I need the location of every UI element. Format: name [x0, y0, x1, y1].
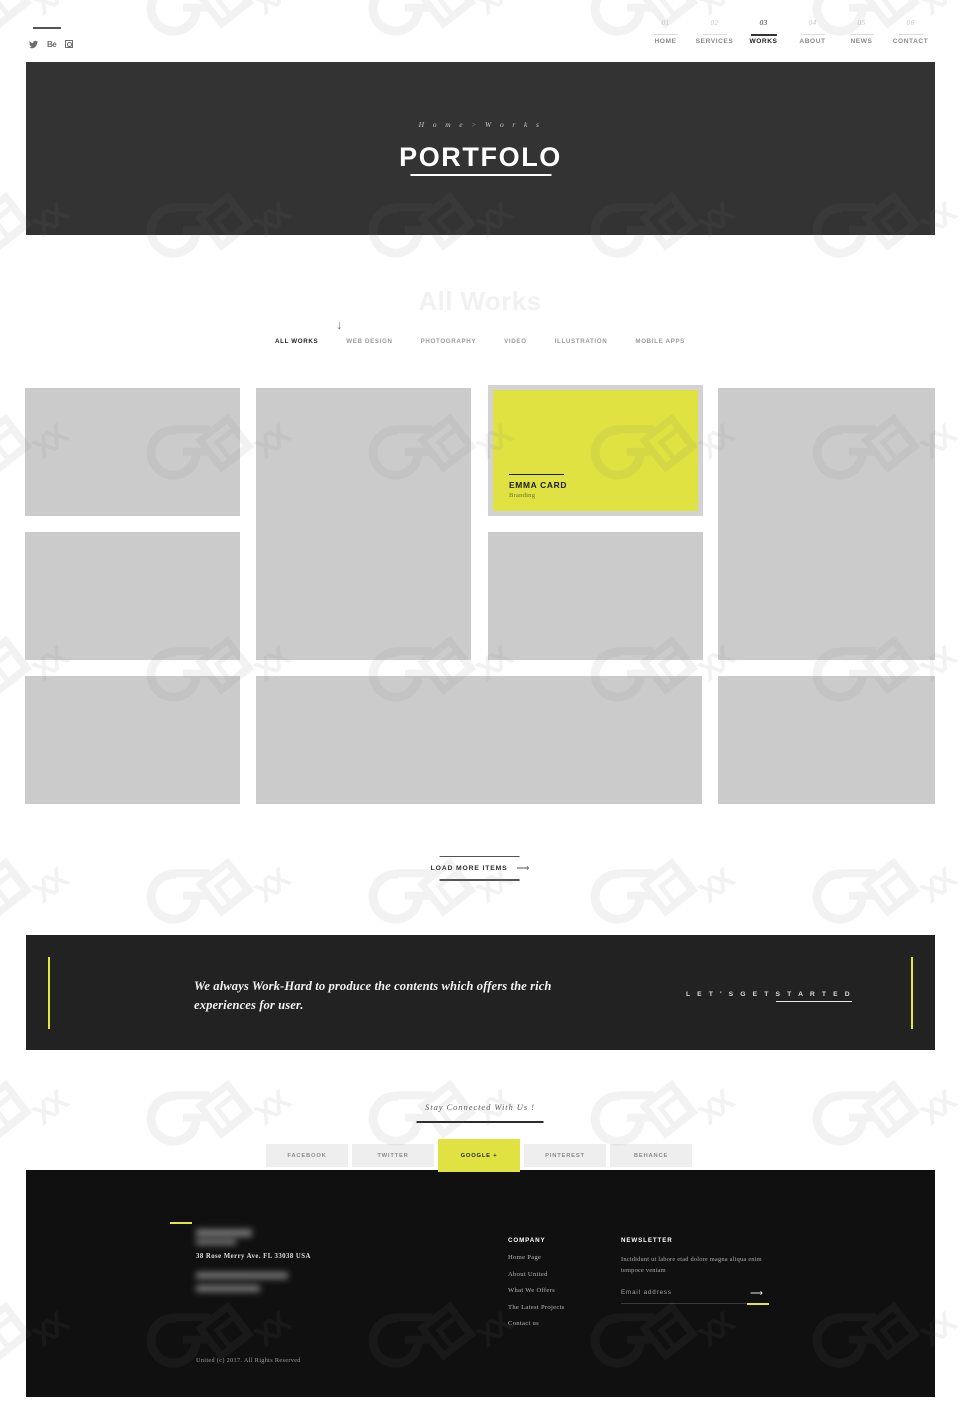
social-button-row: FACEBOOK TWITTER GOOGLE + PINTEREST BEHA… — [266, 1139, 692, 1172]
page-hero-banner: H o m e > W o r k s PORTFOLO — [26, 62, 935, 235]
footer-contact-blurred-2 — [196, 1285, 260, 1292]
nav-num: 06 — [906, 18, 915, 27]
footer-logo-blurred — [196, 1229, 252, 1237]
social-button-facebook[interactable]: FACEBOOK — [266, 1144, 348, 1167]
nav-num: 01 — [661, 18, 670, 27]
cta-link-prefix: L E T ' S G E T — [686, 991, 776, 998]
page-root: Be 01 HOME 02 SERVICES 03 WORKS 04 ABOUT… — [0, 0, 960, 1416]
portfolio-tile[interactable] — [25, 676, 240, 804]
behance-icon[interactable]: Be — [47, 40, 57, 49]
cta-accent-bar-right — [911, 957, 913, 1029]
header-social-links: Be — [29, 40, 74, 49]
nav-item-works[interactable]: 03 WORKS — [739, 18, 788, 47]
portfolio-tile-title: EMMA CARD — [509, 480, 568, 490]
nav-label: SERVICES — [695, 38, 734, 45]
cta-accent-bar-left — [48, 957, 50, 1029]
filter-photography[interactable]: PHOTOGRAPHY — [407, 338, 491, 345]
newsletter-email-placeholder: Email address — [621, 1289, 672, 1296]
footer-logo-sub-blurred — [196, 1239, 236, 1245]
footer-copyright: United (c) 2017. All Rights Reserved — [196, 1357, 301, 1364]
footer-address: 38 Rose Merry Ave. FL 33038 USA — [196, 1253, 311, 1260]
lets-get-started-link[interactable]: L E T ' S G E T S T A R T E D — [686, 991, 853, 1002]
footer-company-links: Home Page About United What We Offers Th… — [508, 1254, 565, 1337]
scroll-down-arrow-icon: ↓ — [336, 317, 343, 332]
nav-label: HOME — [654, 38, 677, 45]
social-button-behance[interactable]: BEHANCE — [610, 1144, 692, 1167]
nav-label: ABOUT — [799, 38, 826, 45]
nav-item-home[interactable]: 01 HOME — [641, 18, 690, 47]
footer-link-about-united[interactable]: About United — [508, 1271, 565, 1278]
load-more-bottom-rule — [439, 879, 520, 881]
page-title-underline — [410, 174, 551, 176]
filter-mobile-apps[interactable]: MOBILE APPS — [621, 338, 699, 345]
nav-label: NEWS — [850, 38, 873, 45]
footer-link-latest-projects[interactable]: The Latest Projects — [508, 1304, 565, 1311]
portfolio-tile[interactable] — [25, 388, 240, 516]
social-button-pinterest[interactable]: PINTEREST — [524, 1144, 606, 1167]
load-more-label: LOAD MORE ITEMS — [430, 865, 508, 873]
cta-banner: We always Work-Hard to produce the conte… — [26, 935, 935, 1050]
nav-label: WORKS — [749, 38, 778, 45]
site-footer — [26, 1170, 935, 1397]
filter-all-works[interactable]: ALL WORKS — [261, 338, 332, 345]
nav-item-services[interactable]: 02 SERVICES — [690, 18, 739, 47]
footer-contact-blurred-1 — [196, 1272, 288, 1279]
breadcrumb-separator: > — [471, 120, 480, 129]
load-more-inner: LOAD MORE ITEMS ⟶ — [431, 857, 530, 879]
nav-num: 03 — [759, 18, 768, 27]
nav-label: CONTACT — [892, 38, 929, 45]
nav-item-about[interactable]: 04 ABOUT — [788, 18, 837, 47]
footer-logo-accent — [170, 1222, 192, 1225]
footer-newsletter-title: NEWSLETTER — [621, 1237, 673, 1244]
portfolio-tile[interactable] — [718, 676, 935, 804]
social-button-google-plus[interactable]: GOOGLE + — [438, 1139, 520, 1172]
twitter-icon[interactable] — [29, 40, 38, 49]
footer-link-contact-us[interactable]: Contact us — [508, 1320, 565, 1327]
main-navigation: 01 HOME 02 SERVICES 03 WORKS 04 ABOUT 05 — [641, 18, 935, 47]
breadcrumb-current: W o r k s — [485, 120, 543, 129]
social-button-twitter[interactable]: TWITTER — [352, 1144, 434, 1167]
newsletter-email-field[interactable]: Email address — [621, 1289, 769, 1305]
portfolio-tile[interactable] — [256, 388, 471, 660]
top-bar: Be 01 HOME 02 SERVICES 03 WORKS 04 ABOUT… — [0, 0, 960, 62]
stay-connected-title: Stay Connected With Us ! — [425, 1102, 535, 1112]
stay-connected-rule — [416, 1121, 544, 1123]
nav-num: 04 — [808, 18, 817, 27]
portfolio-tile[interactable] — [256, 676, 702, 804]
logo-mark[interactable] — [33, 27, 61, 29]
newsletter-input-underline — [621, 1303, 769, 1305]
footer-company-title: COMPANY — [508, 1237, 546, 1244]
nav-num: 02 — [710, 18, 719, 27]
instagram-icon[interactable] — [65, 40, 74, 49]
filter-web-design[interactable]: WEB DESIGN — [332, 338, 406, 345]
breadcrumb: H o m e > W o r k s — [26, 120, 935, 129]
caption-rule — [509, 473, 564, 475]
nav-item-contact[interactable]: 06 CONTACT — [886, 18, 935, 47]
portfolio-tile-caption: EMMA CARD Branding — [509, 473, 568, 499]
portfolio-tile[interactable] — [718, 388, 935, 660]
filter-illustration[interactable]: ILLUSTRATION — [541, 338, 622, 345]
footer-newsletter-description: Incididunt ut labore etad dolore magna a… — [621, 1256, 762, 1274]
cta-link-emphasis: S T A R T E D — [775, 991, 853, 1002]
filter-video[interactable]: VIDEO — [490, 338, 541, 345]
nav-num: 05 — [857, 18, 866, 27]
cta-headline: We always Work-Hard to produce the conte… — [194, 979, 552, 1012]
portfolio-tile-category: Branding — [509, 492, 536, 499]
portfolio-tile-hovered[interactable]: EMMA CARD Branding — [488, 385, 703, 516]
portfolio-filter-bar: ALL WORKS WEB DESIGN PHOTOGRAPHY VIDEO I… — [0, 338, 960, 345]
load-more-button[interactable]: LOAD MORE ITEMS ⟶ — [431, 856, 530, 881]
arrow-right-icon: ⟶ — [516, 863, 530, 874]
footer-link-home-page[interactable]: Home Page — [508, 1254, 565, 1261]
nav-item-news[interactable]: 05 NEWS — [837, 18, 886, 47]
footer-link-what-we-offers[interactable]: What We Offers — [508, 1287, 565, 1294]
breadcrumb-home[interactable]: H o m e — [419, 120, 466, 129]
portfolio-tile[interactable] — [25, 532, 240, 660]
newsletter-submit-arrow-icon[interactable]: ⟶ — [750, 1289, 763, 1298]
page-title: PORTFOLO — [399, 142, 562, 172]
portfolio-tile[interactable] — [488, 532, 703, 660]
